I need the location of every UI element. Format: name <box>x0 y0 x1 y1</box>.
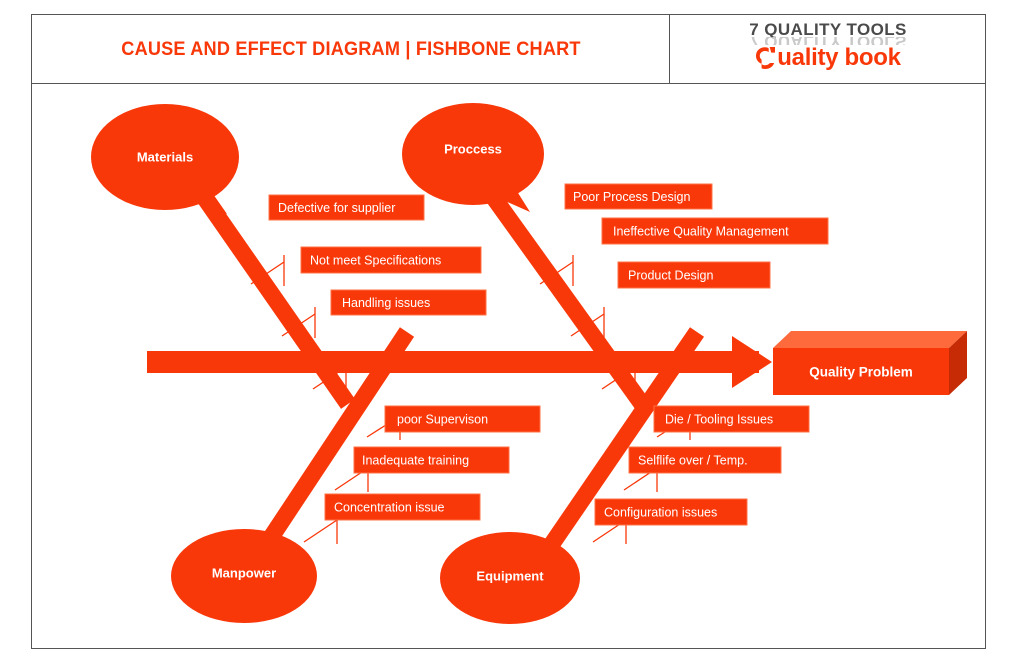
cause-manpower-3[interactable]: Concentration issue <box>303 493 481 544</box>
cause-label: Product Design <box>628 268 714 282</box>
fishbone-svg: Materials Proccess Manpower Equipment De… <box>91 103 967 624</box>
cause-manpower-1[interactable]: poor Supervison <box>366 405 541 440</box>
cause-label: poor Supervison <box>397 412 488 426</box>
cause-label: Concentration issue <box>334 500 445 514</box>
cause-equipment-3[interactable]: Configuration issues <box>592 498 748 544</box>
category-label-manpower: Manpower <box>212 565 276 580</box>
category-equipment[interactable]: Equipment <box>440 532 580 624</box>
category-label-materials: Materials <box>137 149 193 164</box>
logo-tagline-reflection: 7 QUALITY TOOLS <box>670 37 986 45</box>
cause-label: Inadequate training <box>362 453 469 467</box>
cause-equipment-1[interactable]: Die / Tooling Issues <box>653 405 810 440</box>
cause-label: Die / Tooling Issues <box>665 412 773 426</box>
document-page: CAUSE AND EFFECT DIAGRAM | FISHBONE CHAR… <box>31 14 986 649</box>
cause-label: Not meet Specifications <box>310 253 441 267</box>
cause-label: Ineffective Quality Management <box>613 224 789 238</box>
cause-manpower-2[interactable]: Inadequate training <box>334 446 510 492</box>
logo-wordmark: uality book <box>670 46 986 70</box>
cause-label: Poor Process Design <box>573 190 690 204</box>
page-title: CAUSE AND EFFECT DIAGRAM | FISHBONE CHAR… <box>120 37 581 60</box>
logo-cell: 7 QUALITY TOOLS 7 QUALITY TOOLS uality b… <box>670 15 986 83</box>
cause-equipment-2[interactable]: Selflife over / Temp. <box>623 446 782 492</box>
effect-box[interactable]: Quality Problem <box>773 331 967 395</box>
cause-label: Selflife over / Temp. <box>638 453 748 467</box>
logo-book-text: uality book <box>777 44 901 71</box>
category-label-proccess: Proccess <box>444 141 502 156</box>
cause-label: Handling issues <box>342 296 430 310</box>
document-header: CAUSE AND EFFECT DIAGRAM | FISHBONE CHAR… <box>32 15 985 84</box>
category-materials[interactable]: Materials <box>91 104 239 214</box>
cause-label: Defective for supplier <box>278 201 395 215</box>
stylized-q-icon <box>756 47 776 69</box>
cause-label: Configuration issues <box>604 505 717 519</box>
category-label-equipment: Equipment <box>476 568 544 583</box>
effect-label: Quality Problem <box>809 365 913 380</box>
effect-box-top-face <box>773 331 967 348</box>
category-manpower[interactable]: Manpower <box>171 529 317 623</box>
fishbone-diagram: Materials Proccess Manpower Equipment De… <box>32 84 985 648</box>
title-cell: CAUSE AND EFFECT DIAGRAM | FISHBONE CHAR… <box>32 15 669 83</box>
